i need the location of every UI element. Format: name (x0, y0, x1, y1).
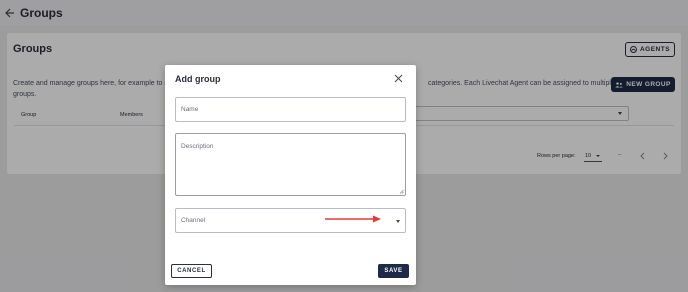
caret-down-icon (396, 220, 400, 223)
name-input[interactable]: Name (175, 97, 406, 122)
name-placeholder: Name (181, 106, 199, 113)
resize-handle-icon[interactable] (399, 189, 404, 194)
channel-label: Channel (181, 217, 206, 224)
description-textarea[interactable]: Description (175, 133, 406, 196)
save-button[interactable]: SAVE (378, 264, 409, 278)
close-icon[interactable] (394, 74, 403, 83)
dialog-title: Add group (175, 74, 221, 84)
annotation-arrow-icon (325, 215, 381, 223)
add-group-dialog: Add group Name Description Channel CANCE… (165, 65, 416, 285)
description-placeholder: Description (181, 143, 214, 150)
cancel-button[interactable]: CANCEL (171, 264, 212, 278)
